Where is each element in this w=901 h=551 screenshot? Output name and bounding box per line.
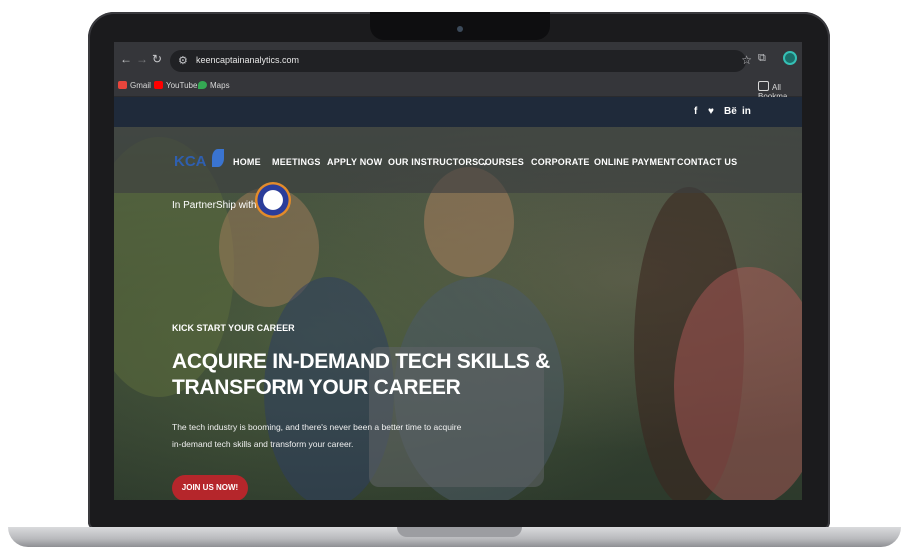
twitter-icon[interactable]: ♥ xyxy=(708,106,714,117)
profile-avatar-icon[interactable] xyxy=(783,51,797,65)
url-text: keencaptainanalytics.com xyxy=(196,55,300,65)
headline-line-2: TRANSFORM YOUR CAREER xyxy=(172,376,461,399)
website-page: f ♥ Bë in KCA HOME MEETINGS APPLY NOW OU… xyxy=(114,97,802,500)
logo-swoosh-icon xyxy=(212,149,224,167)
youtube-icon xyxy=(154,81,163,89)
partnership-text: In PartnerShip with xyxy=(172,200,257,211)
headline-line-1: ACQUIRE IN-DEMAND TECH SKILLS & xyxy=(172,350,551,373)
join-us-button[interactable]: JOIN US NOW! xyxy=(172,475,248,500)
bookmark-maps[interactable]: Maps xyxy=(198,81,230,90)
nav-apply-now[interactable]: APPLY NOW xyxy=(327,157,382,167)
hero-paragraph: The tech industry is booming, and there'… xyxy=(172,422,462,449)
behance-icon[interactable]: Bë xyxy=(724,106,737,117)
nav-our-instructors[interactable]: OUR INSTRUCTORS ⌄ xyxy=(388,157,489,168)
bookmark-label: Gmail xyxy=(130,81,151,90)
site-info-icon[interactable]: ⚙ xyxy=(178,54,188,67)
bookmark-star-icon[interactable]: ☆ xyxy=(741,53,752,67)
bookmark-label: Maps xyxy=(210,81,230,90)
partner-logo[interactable] xyxy=(255,182,291,218)
extensions-icon[interactable]: ⧉ xyxy=(758,52,766,65)
bookmark-label: YouTube xyxy=(166,81,198,90)
folder-icon xyxy=(758,81,769,91)
nav-online-payment[interactable]: ONLINE PAYMENT xyxy=(594,157,676,167)
bookmark-youtube[interactable]: YouTube xyxy=(154,81,197,90)
nav-contact-us[interactable]: CONTACT US xyxy=(677,157,737,167)
facebook-icon[interactable]: f xyxy=(694,106,697,117)
forward-icon[interactable]: → xyxy=(136,52,148,66)
back-icon[interactable]: ← xyxy=(120,52,132,66)
linkedin-icon[interactable]: in xyxy=(742,106,751,117)
site-logo[interactable]: KCA xyxy=(174,153,207,170)
reload-icon[interactable]: ↻ xyxy=(152,52,162,66)
top-social-strip: f ♥ Bë in xyxy=(114,97,802,127)
address-bar[interactable]: ⚙ keencaptainanalytics.com ☆ xyxy=(170,50,752,72)
hero-kicker: KICK START YOUR CAREER xyxy=(172,323,295,333)
gmail-icon xyxy=(118,81,127,89)
laptop-screen: ← → ↻ ⚙ keencaptainanalytics.com ☆ ⧉ Gma… xyxy=(114,42,802,500)
site-navbar: KCA HOME MEETINGS APPLY NOW OUR INSTRUCT… xyxy=(114,127,802,193)
webcam xyxy=(457,26,463,32)
hero-headline: ACQUIRE IN-DEMAND TECH SKILLS & TRANSFOR… xyxy=(172,349,550,401)
laptop-base-groove xyxy=(397,527,522,537)
maps-icon xyxy=(198,81,207,89)
nav-corporate[interactable]: CORPORATE xyxy=(531,157,590,167)
bookmark-gmail[interactable]: Gmail xyxy=(118,81,151,90)
browser-toolbar: ← → ↻ ⚙ keencaptainanalytics.com ☆ ⧉ xyxy=(114,42,802,78)
nav-courses[interactable]: COURSES xyxy=(478,157,524,167)
bookmarks-bar: Gmail YouTube Maps All Bookma xyxy=(114,78,802,101)
nav-meetings[interactable]: MEETINGS xyxy=(272,157,321,167)
nav-home[interactable]: HOME xyxy=(233,157,261,167)
